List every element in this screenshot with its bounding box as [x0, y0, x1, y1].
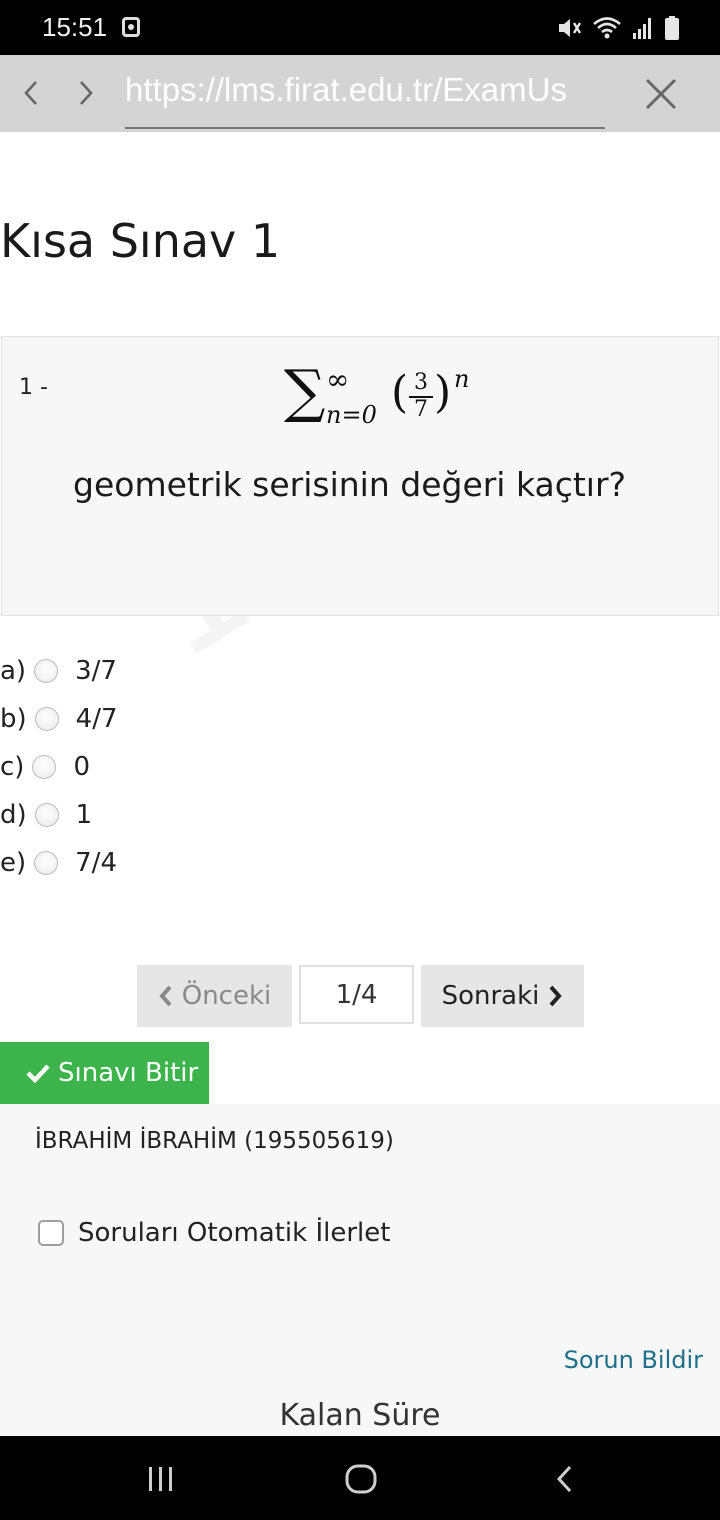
back-button[interactable] — [542, 1462, 586, 1496]
browser-forward-button[interactable] — [66, 73, 106, 113]
formula-exponent: n — [454, 365, 470, 393]
option-letter: e) — [0, 848, 27, 878]
question-number: 1 - — [19, 375, 48, 400]
sum-symbol: ∑ — [284, 357, 326, 425]
check-icon — [26, 1064, 50, 1083]
chevron-right-icon — [80, 81, 93, 105]
option-b[interactable]: b) 4/7 — [0, 699, 300, 739]
system-nav-bar — [0, 1436, 720, 1520]
question-card: 1 - ∑ ∞ n=0 ( 3 7 ) n geometrik serisini… — [1, 336, 719, 616]
question-text: geometrik serisinin değeri kaçtır? — [73, 465, 627, 504]
signal-icon — [633, 18, 651, 39]
battery-icon — [665, 16, 679, 40]
chevron-left-icon — [24, 81, 37, 105]
auto-advance-label: Soruları Otomatik İlerlet — [78, 1218, 391, 1248]
auto-advance-toggle[interactable]: Soruları Otomatik İlerlet — [38, 1218, 390, 1248]
status-icons — [556, 14, 680, 42]
info-panel: İBRAHİM İBRAHİM (195505619) Soruları Oto… — [0, 1104, 720, 1436]
previous-button[interactable]: Önceki — [137, 965, 292, 1027]
option-radio[interactable] — [34, 851, 59, 875]
student-name: İBRAHİM İBRAHİM (195505619) — [35, 1128, 394, 1154]
option-value: 1 — [75, 800, 93, 830]
close-browser-button[interactable] — [640, 73, 682, 115]
formula-left-paren: ( — [391, 367, 409, 418]
option-letter: b) — [0, 704, 27, 734]
option-e[interactable]: e) 7/4 — [0, 843, 300, 883]
option-a[interactable]: a) 3/7 — [0, 651, 300, 691]
recent-apps-button[interactable] — [139, 1462, 183, 1496]
option-letter: c) — [0, 752, 25, 782]
status-bar: 15:51 — [0, 0, 720, 55]
formula-upper-limit: ∞ — [326, 363, 350, 396]
auto-advance-checkbox[interactable] — [38, 1220, 64, 1246]
home-button[interactable] — [339, 1462, 383, 1496]
home-icon — [345, 1464, 377, 1494]
option-value: 7/4 — [75, 848, 117, 878]
back-icon — [556, 1465, 572, 1493]
finish-exam-label: Sınavı Bitir — [58, 1058, 199, 1088]
chevron-left-icon — [159, 985, 172, 1007]
page-indicator: 1/4 — [299, 965, 414, 1024]
report-problem-link[interactable]: Sorun Bildir — [564, 1346, 703, 1374]
browser-back-button[interactable] — [11, 73, 51, 113]
browser-toolbar: https://lms.firat.edu.tr/ExamUs — [0, 55, 720, 132]
previous-label: Önceki — [181, 981, 272, 1011]
formula-denominator: 7 — [414, 397, 428, 422]
option-value: 4/7 — [75, 704, 118, 734]
close-icon — [645, 78, 677, 110]
remaining-time-label: Kalan Süre — [279, 1398, 441, 1433]
recent-apps-icon — [149, 1467, 172, 1491]
page-title: Kısa Sınav 1 — [0, 214, 281, 268]
option-letter: a) — [0, 656, 27, 686]
formula-fraction: 3 7 — [409, 371, 433, 422]
next-button[interactable]: Sonraki — [421, 965, 584, 1027]
gallery-notification-icon — [122, 17, 140, 37]
next-label: Sonraki — [441, 981, 540, 1011]
option-value: 0 — [73, 752, 90, 782]
formula-right-paren: ) — [434, 367, 452, 418]
wifi-icon — [593, 17, 621, 39]
option-radio[interactable] — [34, 659, 59, 683]
option-c[interactable]: c) 0 — [0, 747, 300, 787]
chevron-right-icon — [549, 985, 563, 1007]
option-radio[interactable] — [34, 803, 59, 827]
formula-numerator: 3 — [409, 371, 433, 398]
mute-icon — [559, 19, 582, 37]
option-d[interactable]: d) 1 — [0, 795, 300, 835]
option-radio[interactable] — [32, 755, 57, 779]
formula-lower-limit: n=0 — [326, 401, 377, 429]
option-radio[interactable] — [34, 707, 59, 731]
finish-exam-button[interactable]: Sınavı Bitir — [0, 1042, 209, 1104]
option-letter: d) — [0, 800, 27, 830]
url-field[interactable]: https://lms.firat.edu.tr/ExamUs — [125, 67, 605, 129]
status-time: 15:51 — [42, 12, 108, 42]
option-value: 3/7 — [75, 656, 117, 686]
